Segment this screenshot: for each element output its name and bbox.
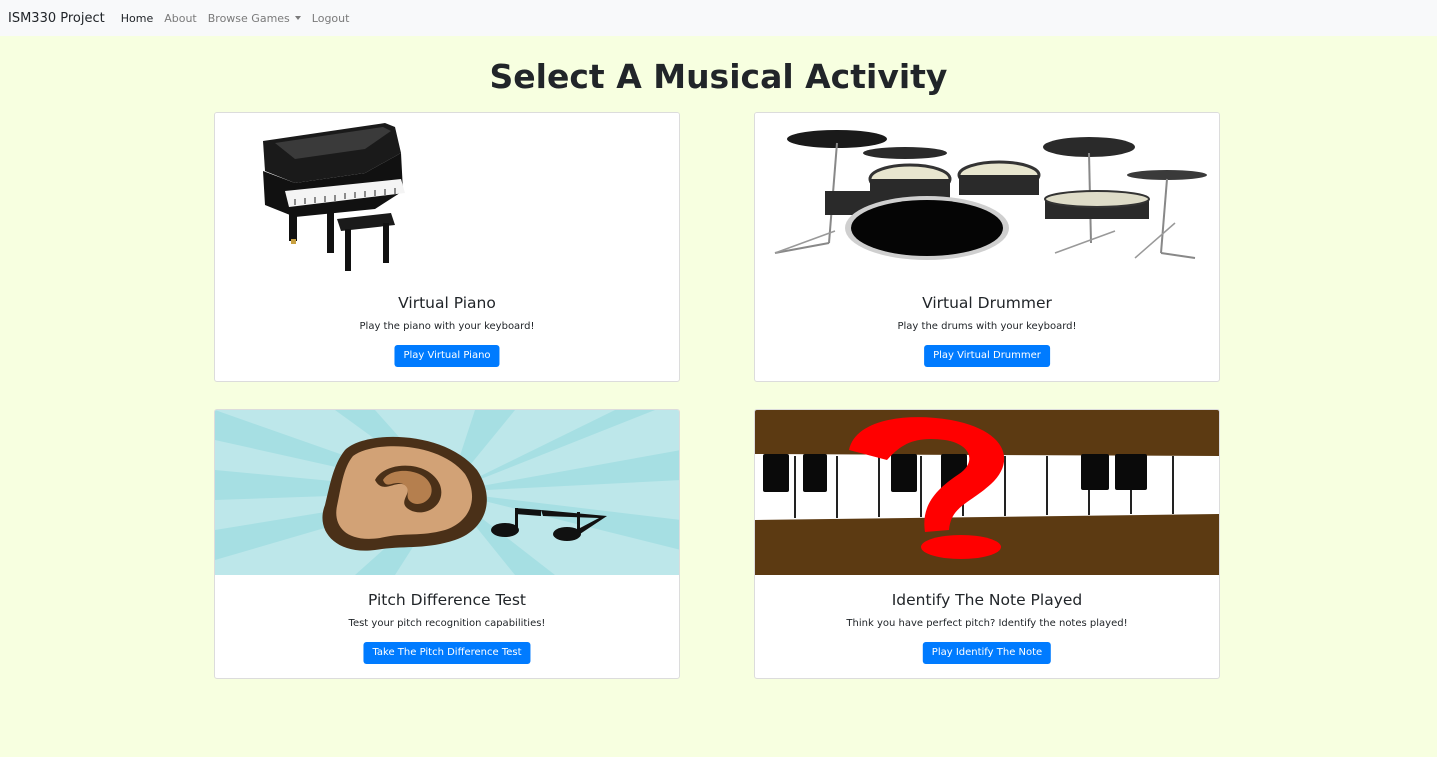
card-virtual-piano: Virtual Piano Play the piano with your k… [214, 112, 680, 382]
take-pitch-difference-test-button[interactable]: Take The Pitch Difference Test [363, 642, 531, 664]
nav-link-logout[interactable]: Logout [312, 12, 350, 25]
card-identify-the-note: Identify The Note Played Think you have … [754, 409, 1220, 679]
play-virtual-drummer-button[interactable]: Play Virtual Drummer [924, 345, 1050, 367]
nav-dropdown-label: Browse Games [207, 11, 290, 25]
ear-and-music-note-image [215, 410, 679, 575]
card-virtual-drummer: Virtual Drummer Play the drums with your… [754, 112, 1220, 382]
card-title: Virtual Piano [398, 294, 496, 312]
card-pitch-difference-test: Pitch Difference Test Test your pitch re… [214, 409, 680, 679]
card-text: Test your pitch recognition capabilities… [348, 618, 546, 629]
nav-link-about[interactable]: About [164, 12, 197, 25]
card-text: Think you have perfect pitch? Identify t… [846, 618, 1128, 629]
grand-piano-image [215, 113, 679, 278]
drum-kit-image [755, 113, 1219, 278]
card-title: Identify The Note Played [891, 591, 1083, 609]
card-title: Pitch Difference Test [367, 591, 527, 609]
nav-dropdown-browse-games[interactable]: Browse Games [208, 12, 301, 25]
caret-down-icon [294, 15, 301, 20]
play-virtual-piano-button[interactable]: Play Virtual Piano [394, 345, 500, 367]
play-identify-the-note-button[interactable]: Play Identify The Note [922, 642, 1052, 664]
page-title: Select A Musical Activity [489, 57, 948, 96]
card-text: Play the piano with your keyboard! [359, 321, 535, 332]
navbar: ISM330 Project Home About Browse Games L… [0, 0, 1437, 36]
navbar-brand[interactable]: ISM330 Project [8, 11, 105, 26]
piano-keys-question-mark-image [755, 410, 1219, 575]
nav-link-home[interactable]: Home [121, 12, 153, 25]
card-title: Virtual Drummer [922, 294, 1052, 312]
card-text: Play the drums with your keyboard! [897, 321, 1077, 332]
